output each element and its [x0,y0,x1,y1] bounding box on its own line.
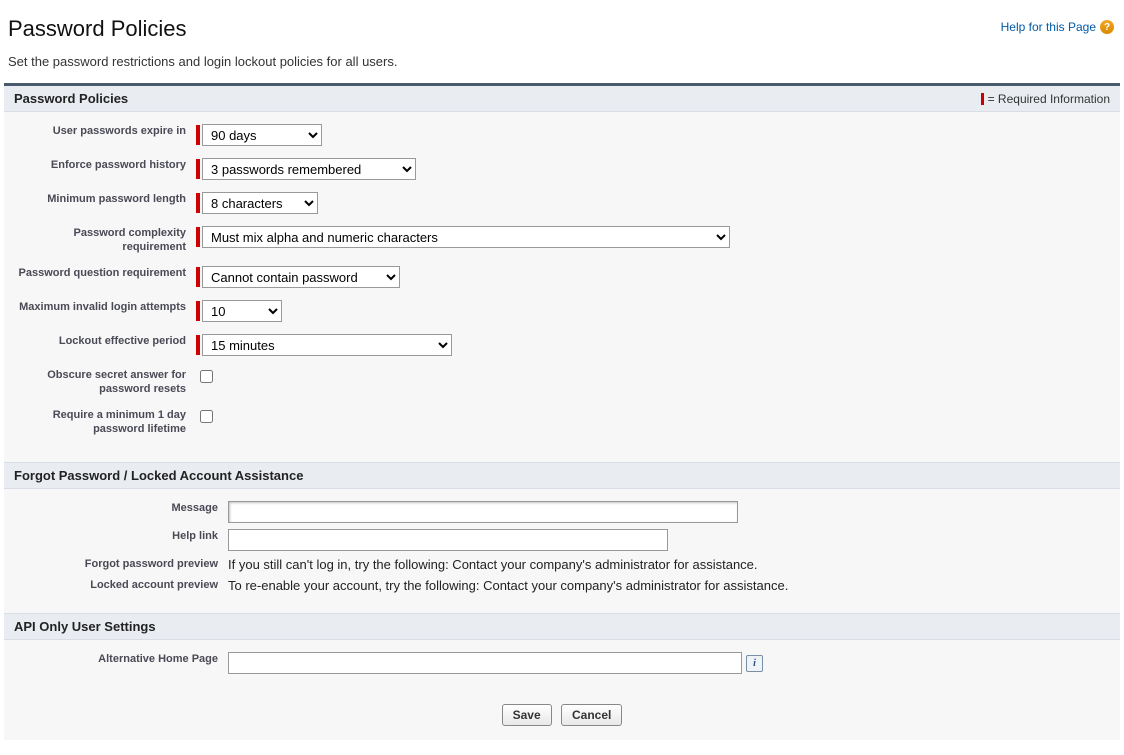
label-complexity: Password complexity requirement [14,226,196,254]
required-indicator [196,193,200,213]
page-description: Set the password restrictions and login … [8,54,1120,69]
section-header-api: API Only User Settings [4,613,1120,640]
select-complexity[interactable]: Must mix alpha and numeric characters [202,226,730,248]
checkbox-obscure[interactable] [200,370,213,383]
button-row: Save Cancel [4,694,1120,740]
required-indicator [196,125,200,145]
select-min-length[interactable]: 8 characters [202,192,318,214]
required-indicator [196,267,200,287]
help-icon: ? [1100,20,1114,34]
label-lockout: Lockout effective period [14,334,196,348]
input-alt-home[interactable] [228,652,742,674]
checkbox-min-lifetime[interactable] [200,410,213,423]
select-question[interactable]: Cannot contain password [202,266,400,288]
select-lockout[interactable]: 15 minutes [202,334,452,356]
required-bar-icon [981,93,984,105]
select-max-invalid[interactable]: 10 [202,300,282,322]
label-obscure: Obscure secret answer for password reset… [14,368,196,396]
label-forgot-preview: Forgot password preview [14,557,228,571]
label-help-link: Help link [14,529,228,543]
section-title: API Only User Settings [14,619,156,634]
required-info-legend: = Required Information [981,92,1110,106]
required-indicator [196,301,200,321]
label-alt-home: Alternative Home Page [14,652,228,666]
label-question: Password question requirement [14,266,196,280]
label-history: Enforce password history [14,158,196,172]
input-message[interactable] [228,501,738,523]
help-link-text: Help for this Page [1001,20,1096,34]
section-header-forgot: Forgot Password / Locked Account Assista… [4,462,1120,489]
label-locked-preview: Locked account preview [14,578,228,592]
select-history[interactable]: 3 passwords remembered [202,158,416,180]
cancel-button[interactable]: Cancel [561,704,622,726]
section-title: Forgot Password / Locked Account Assista… [14,468,303,483]
label-max-invalid: Maximum invalid login attempts [14,300,196,314]
required-indicator [196,159,200,179]
input-help-link[interactable] [228,529,668,551]
help-for-page-link[interactable]: Help for this Page ? [1001,20,1114,34]
section-header-password-policies: Password Policies = Required Information [4,86,1120,112]
required-indicator [196,335,200,355]
info-icon[interactable]: i [746,655,763,672]
label-min-length: Minimum password length [14,192,196,206]
label-min-lifetime: Require a minimum 1 day password lifetim… [14,408,196,436]
required-indicator [196,227,200,247]
section-title: Password Policies [14,91,128,106]
locked-preview-text: To re-enable your account, try the follo… [228,578,788,593]
label-expire: User passwords expire in [14,124,196,138]
label-message: Message [14,501,228,515]
select-expire[interactable]: 90 days [202,124,322,146]
save-button[interactable]: Save [502,704,552,726]
forgot-preview-text: If you still can't log in, try the follo… [228,557,758,572]
page-title: Password Policies [8,16,187,42]
form-panel: Password Policies = Required Information… [4,83,1120,740]
